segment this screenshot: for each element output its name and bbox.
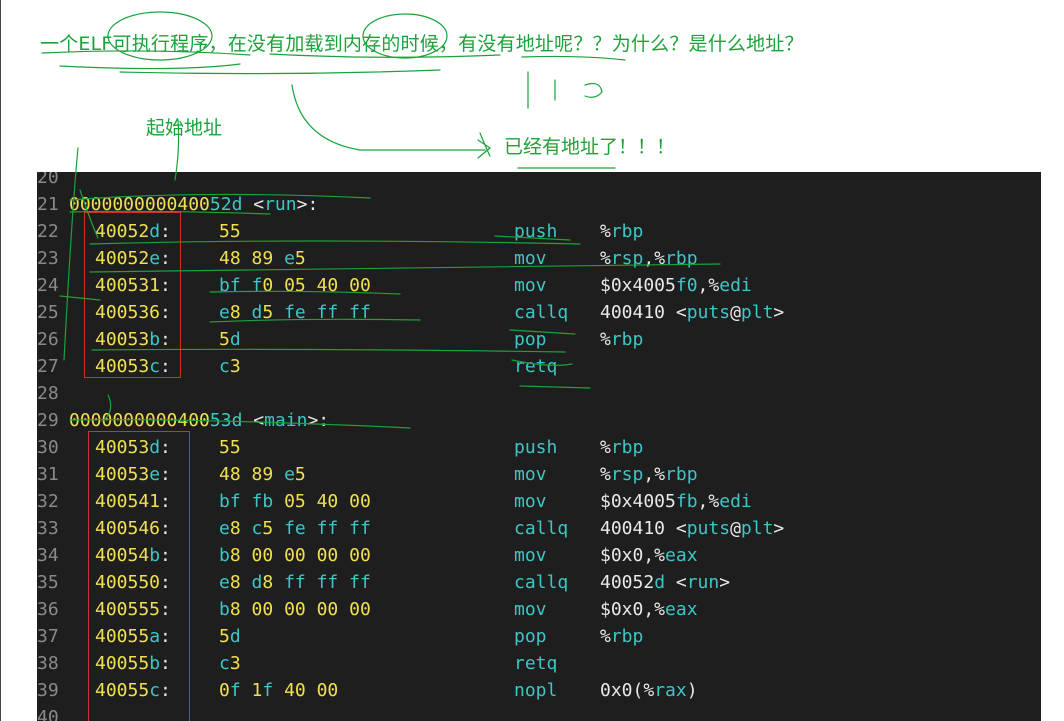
ink-arrow-line (291, 84, 486, 151)
ink-row-line-1 (89, 240, 581, 245)
ink-underline-4 (119, 69, 441, 75)
ink-retq-line-2 (519, 385, 591, 389)
ink-pop-line (509, 329, 576, 335)
ink-tick-2 (103, 394, 112, 421)
ink-row-line-2 (89, 263, 721, 273)
ink-underline-5 (521, 55, 626, 61)
ink-run-underline-2 (69, 210, 271, 215)
ink-row-line-3 (59, 295, 101, 301)
ink-retq-line (511, 359, 573, 366)
ink-row-line-5 (209, 318, 421, 323)
ink-circle-elf (107, 11, 213, 61)
ink-stroke-3 (584, 82, 603, 98)
ink-underline-1 (41, 50, 251, 56)
ink-run-underline (69, 193, 371, 201)
ink-tick-1 (79, 189, 99, 239)
handwritten-ink-layer (41, 11, 721, 429)
ink-push-line (494, 235, 571, 241)
ink-main-underline (69, 419, 411, 429)
ink-row-line-4 (209, 290, 401, 295)
ink-start-line (174, 119, 180, 181)
ink-row-line-6 (91, 348, 566, 353)
ink-circle-memory (362, 13, 448, 59)
ink-left-bracket (63, 147, 79, 361)
ink-underline-2 (59, 63, 241, 70)
